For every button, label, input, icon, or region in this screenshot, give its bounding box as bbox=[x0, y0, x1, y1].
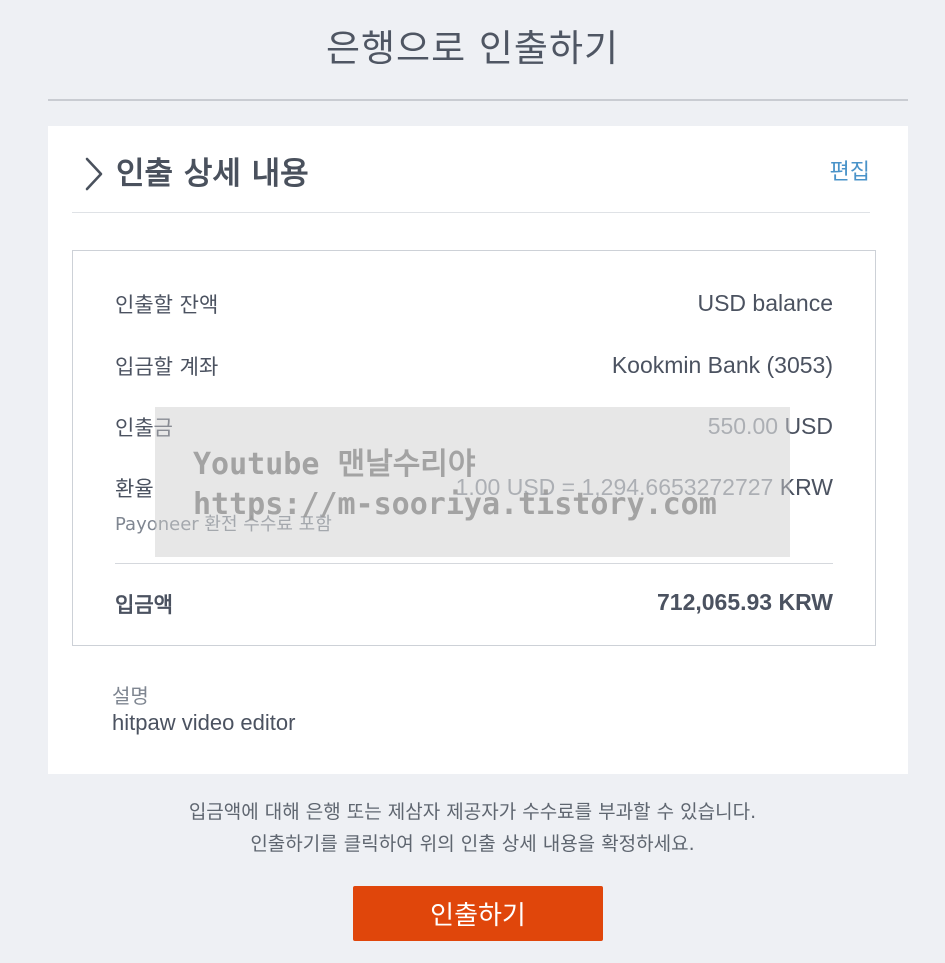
section-title: 인출 상세 내용 bbox=[116, 156, 309, 192]
watermark-overlay: Youtube 맨날수리야 https://m-sooriya.tistory.… bbox=[155, 407, 790, 557]
fee-notice-line-2: 인출하기를 클릭하여 위의 인출 상세 내용을 확정하세요. bbox=[250, 833, 695, 855]
rate-label: 환율 bbox=[115, 477, 154, 501]
section-header: 인출 상세 내용 편집 bbox=[72, 144, 870, 213]
details-divider bbox=[115, 563, 833, 564]
amount-currency: USD bbox=[784, 413, 833, 439]
total-value: 712,065.93 KRW bbox=[656, 589, 833, 615]
memo-label: 설명 bbox=[112, 684, 149, 708]
fee-notice-line-1: 입금액에 대해 은행 또는 제삼자 제공자가 수수료를 부과할 수 있습니다. bbox=[188, 801, 757, 823]
fee-notice: 입금액에 대해 은행 또는 제삼자 제공자가 수수료를 부과할 수 있습니다. … bbox=[0, 796, 945, 860]
account-value: Kookmin Bank (3053) bbox=[611, 352, 833, 378]
watermark-url: https://m-sooriya.tistory.com bbox=[193, 487, 717, 522]
account-label: 입금할 계좌 bbox=[115, 355, 219, 379]
watermark-channel: Youtube 맨날수리야 bbox=[193, 447, 476, 482]
balance-label: 인출할 잔액 bbox=[115, 293, 219, 317]
balance-value: USD balance bbox=[697, 290, 833, 316]
title-divider bbox=[48, 99, 908, 101]
page-title: 은행으로 인출하기 bbox=[325, 27, 620, 70]
withdraw-button[interactable]: 인출하기 bbox=[353, 886, 603, 941]
memo-value: hitpaw video editor bbox=[112, 710, 296, 735]
total-label: 입금액 bbox=[115, 593, 173, 617]
chevron-right-icon[interactable] bbox=[82, 156, 106, 192]
edit-link[interactable]: 편집 bbox=[830, 154, 870, 186]
